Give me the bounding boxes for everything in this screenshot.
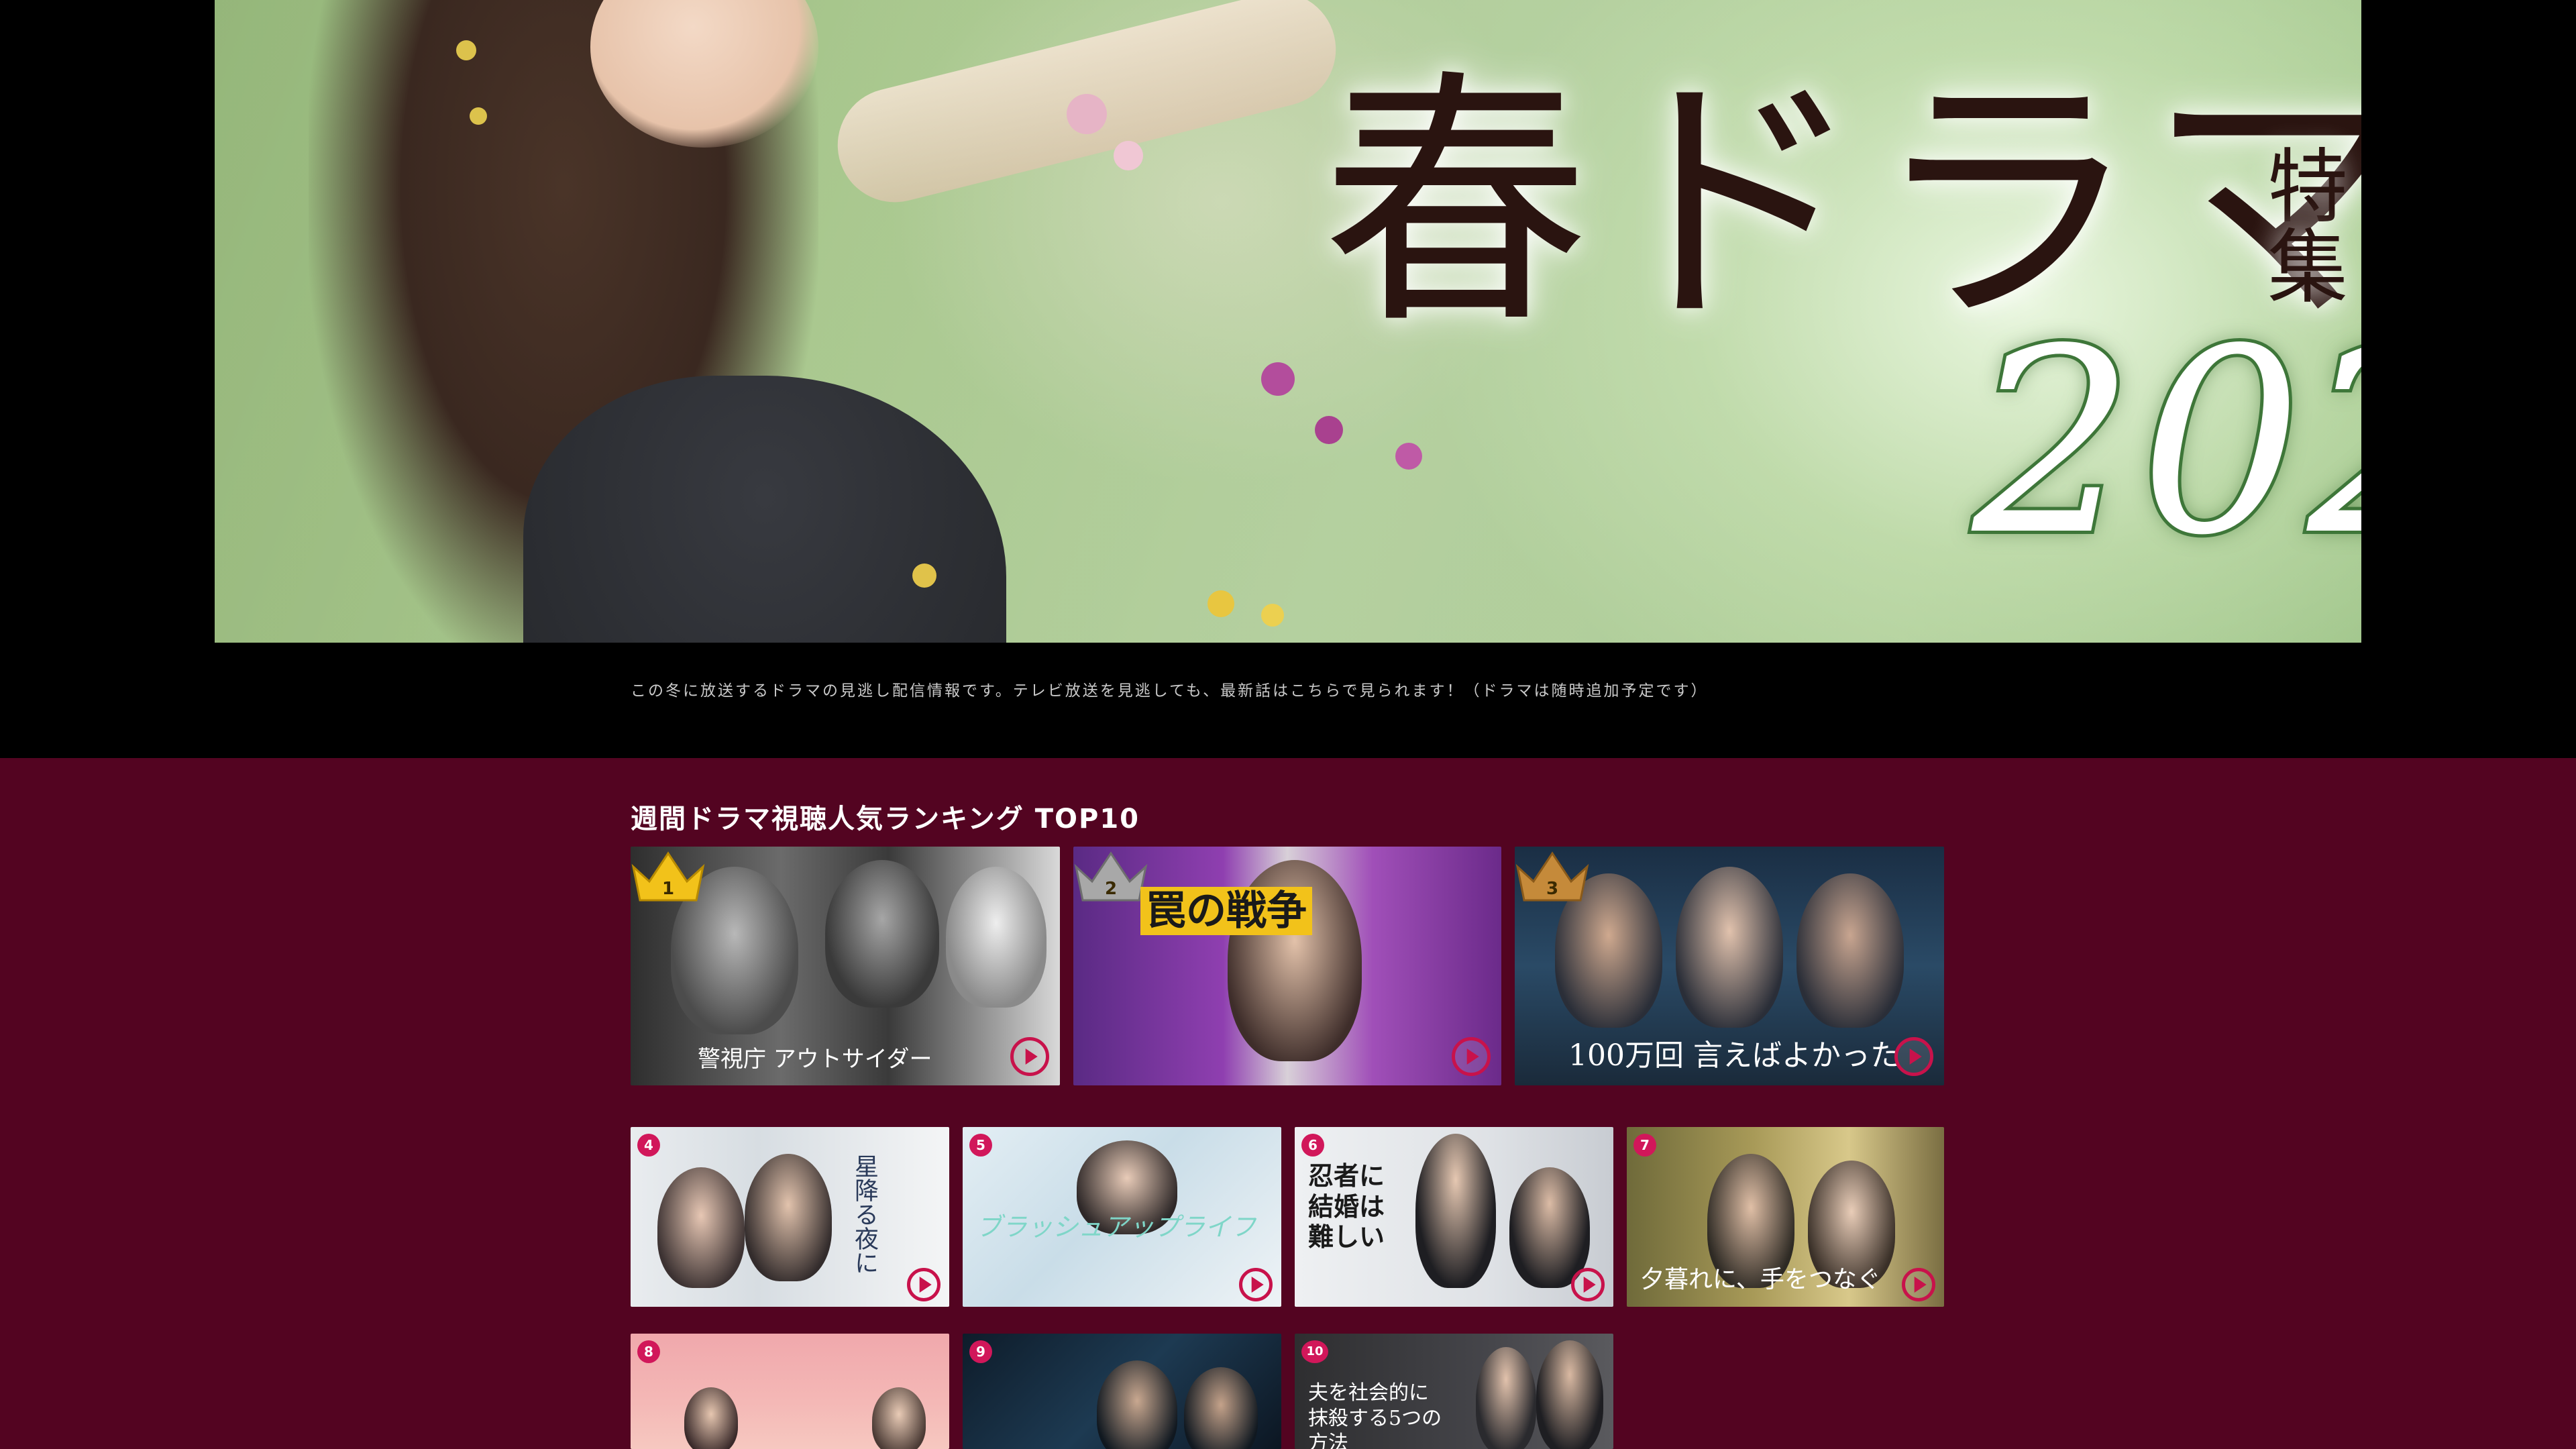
- flower-decoration: [1114, 141, 1143, 170]
- hero-section: 春ドラマ 特集 2022 この冬に放送するドラマの見逃し配信情報です。テレビ放送…: [0, 0, 2576, 758]
- hero-subtitle: 特集: [2267, 141, 2356, 315]
- play-circle-icon[interactable]: [1452, 1037, 1491, 1076]
- actor-silhouette: [825, 860, 939, 1008]
- play-circle-icon[interactable]: [1010, 1037, 1049, 1076]
- actor-silhouette: [1536, 1340, 1603, 1449]
- ranking-card-4[interactable]: 4 星降る夜に: [631, 1127, 949, 1307]
- actor-silhouette: [657, 1167, 745, 1288]
- hero-description: この冬に放送するドラマの見逃し配信情報です。テレビ放送を見逃しても、最新話はこち…: [631, 682, 1709, 700]
- play-circle-icon[interactable]: [907, 1268, 941, 1301]
- actor-silhouette: [684, 1387, 738, 1449]
- ranking-card-9[interactable]: 9: [963, 1334, 1281, 1449]
- actor-silhouette: [1415, 1134, 1496, 1288]
- rank-badge: 9: [969, 1340, 992, 1363]
- play-circle-icon[interactable]: [1902, 1268, 1935, 1301]
- flower-decoration: [1261, 604, 1284, 627]
- actor-silhouette: [1796, 873, 1904, 1028]
- rank-badge: 6: [1301, 1134, 1324, 1157]
- rank-badge: 10: [1301, 1340, 1328, 1363]
- flower-decoration: [1261, 362, 1295, 396]
- rank-number: 3: [1546, 879, 1559, 899]
- ranking-section: 週間ドラマ視聴人気ランキング TOP10 1 警視庁 アウトサイダー 2 罠の戦…: [0, 758, 2576, 1449]
- ranking-card-1[interactable]: 1 警視庁 アウトサイダー: [631, 847, 1060, 1085]
- flower-decoration: [1315, 416, 1343, 444]
- ranking-card-6[interactable]: 6 忍者に結婚は難しい: [1295, 1127, 1613, 1307]
- play-circle-icon[interactable]: [1239, 1268, 1273, 1301]
- rank-badge: 5: [969, 1134, 992, 1157]
- ranking-card-7[interactable]: 7 夕暮れに、手をつなぐ: [1627, 1127, 1944, 1307]
- actor-silhouette: [1476, 1347, 1536, 1449]
- hero-banner[interactable]: 春ドラマ 特集 2022: [215, 0, 2361, 643]
- card-title: 100万回 言えばよかった: [1568, 1038, 1900, 1073]
- rank-badge: 4: [637, 1134, 660, 1157]
- hero-woman-dress: [523, 376, 1006, 643]
- flower-decoration: [1208, 590, 1234, 617]
- ranking-heading: 週間ドラマ視聴人気ランキング TOP10: [631, 804, 1140, 835]
- card-title: 星降る夜に: [851, 1154, 878, 1275]
- flower-decoration: [1395, 443, 1422, 470]
- actor-silhouette: [745, 1154, 832, 1281]
- actor-silhouette: [872, 1387, 926, 1449]
- actor-silhouette: [1676, 867, 1783, 1028]
- card-title: 忍者に結婚は難しい: [1308, 1161, 1385, 1252]
- flower-decoration: [470, 107, 487, 125]
- ranking-card-8[interactable]: 8: [631, 1334, 949, 1449]
- card-title: 夫を社会的に抹殺する5つの方法: [1308, 1381, 1442, 1449]
- actor-silhouette: [1509, 1167, 1590, 1288]
- hero-year: 2022: [1969, 294, 2361, 591]
- card-title: 警視庁 アウトサイダー: [698, 1046, 932, 1073]
- rank-number: 2: [1104, 879, 1118, 899]
- card-title: ブラッシュアップライフ: [976, 1212, 1256, 1242]
- rank-badge: 7: [1633, 1134, 1656, 1157]
- flower-decoration: [1067, 94, 1107, 134]
- actor-silhouette: [946, 867, 1046, 1008]
- rank-badge: 8: [637, 1340, 660, 1363]
- play-circle-icon[interactable]: [1571, 1268, 1605, 1301]
- ranking-card-3[interactable]: 3 100万回 言えばよかった: [1515, 847, 1944, 1085]
- card-title: 罠の戦争: [1140, 887, 1312, 935]
- ranking-card-10[interactable]: 10 夫を社会的に抹殺する5つの方法: [1295, 1334, 1613, 1449]
- flower-decoration: [456, 40, 476, 60]
- ranking-card-2[interactable]: 2 罠の戦争: [1073, 847, 1501, 1085]
- play-circle-icon[interactable]: [1894, 1037, 1933, 1076]
- ranking-card-5[interactable]: 5 ブラッシュアップライフ: [963, 1127, 1281, 1307]
- card-title: 夕暮れに、手をつなぐ: [1640, 1266, 1881, 1293]
- rank-number: 1: [661, 879, 675, 899]
- flower-decoration: [912, 564, 936, 588]
